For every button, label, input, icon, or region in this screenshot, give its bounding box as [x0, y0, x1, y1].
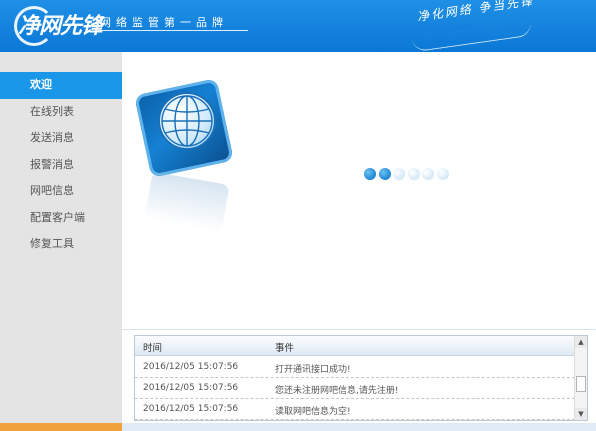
loading-dot — [378, 168, 391, 180]
loading-dot — [407, 168, 420, 180]
sidebar-item-netcafe-info[interactable]: 网吧信息 — [0, 178, 122, 205]
log-header: 时间 事件 — [135, 336, 575, 356]
sidebar-item-repair-tools[interactable]: 修复工具 — [0, 231, 122, 258]
table-row[interactable]: 2016/12/05 15:07:56 您还未注册网吧信息,请先注册! — [135, 378, 575, 399]
log-rows: 2016/12/05 15:07:56 打开通讯接口成功! 2016/12/05… — [135, 357, 575, 420]
log-separator — [122, 329, 596, 330]
header-motto: 净化网络 争当先锋 — [416, 0, 535, 24]
motto-swoosh — [411, 21, 533, 52]
main-footer-bar — [122, 423, 596, 431]
globe-reflection — [144, 171, 230, 233]
sidebar-item-welcome[interactable]: 欢迎 — [0, 72, 122, 99]
event-log: 时间 事件 2016/12/05 15:07:56 打开通讯接口成功! 2016… — [134, 335, 588, 421]
column-header-event[interactable]: 事件 — [275, 340, 294, 354]
log-time: 2016/12/05 15:07:56 — [143, 383, 239, 393]
globe-icon — [134, 78, 234, 233]
log-event: 您还未注册网吧信息,请先注册! — [275, 386, 399, 396]
loading-dot — [393, 168, 405, 180]
sidebar-item-alarm-messages[interactable]: 报警消息 — [0, 152, 122, 179]
scrollbar-thumb[interactable] — [576, 376, 586, 392]
loading-indicator — [364, 168, 451, 180]
scroll-up-icon[interactable]: ▲ — [575, 336, 587, 348]
main-panel: 时间 事件 2016/12/05 15:07:56 打开通讯接口成功! 2016… — [122, 52, 596, 431]
sidebar: 欢迎 在线列表 发送消息 报警消息 网吧信息 配置客户端 修复工具 — [0, 52, 122, 431]
table-row[interactable]: 2016/12/05 15:07:56 读取网吧信息为空! — [135, 399, 575, 420]
log-time: 2016/12/05 15:07:56 — [143, 362, 239, 372]
loading-dot — [364, 168, 376, 180]
globe-sphere — [158, 92, 216, 150]
log-time: 2016/12/05 15:07:56 — [143, 404, 239, 414]
app-header: 净网先锋 网络监管第一品牌 净化网络 争当先锋 — [0, 0, 596, 52]
app-logo: 净网先锋 — [14, 6, 103, 46]
loading-dot — [422, 168, 434, 180]
loading-dot — [436, 168, 449, 180]
log-event: 读取网吧信息为空! — [275, 407, 351, 417]
log-event: 打开通讯接口成功! — [275, 365, 351, 375]
slogan-underline — [98, 30, 248, 31]
column-header-time[interactable]: 时间 — [143, 340, 162, 354]
sidebar-item-send-message[interactable]: 发送消息 — [0, 125, 122, 152]
header-slogan: 网络监管第一品牌 — [100, 16, 228, 29]
sidebar-footer-bar — [0, 423, 122, 431]
logo-text: 净网先锋 — [18, 13, 103, 39]
sidebar-item-client-config[interactable]: 配置客户端 — [0, 205, 122, 232]
scroll-down-icon[interactable]: ▼ — [575, 408, 587, 420]
table-row[interactable]: 2016/12/05 15:07:56 打开通讯接口成功! — [135, 357, 575, 378]
sidebar-item-online-list[interactable]: 在线列表 — [0, 99, 122, 126]
log-scrollbar[interactable]: ▲ ▼ — [574, 336, 587, 420]
